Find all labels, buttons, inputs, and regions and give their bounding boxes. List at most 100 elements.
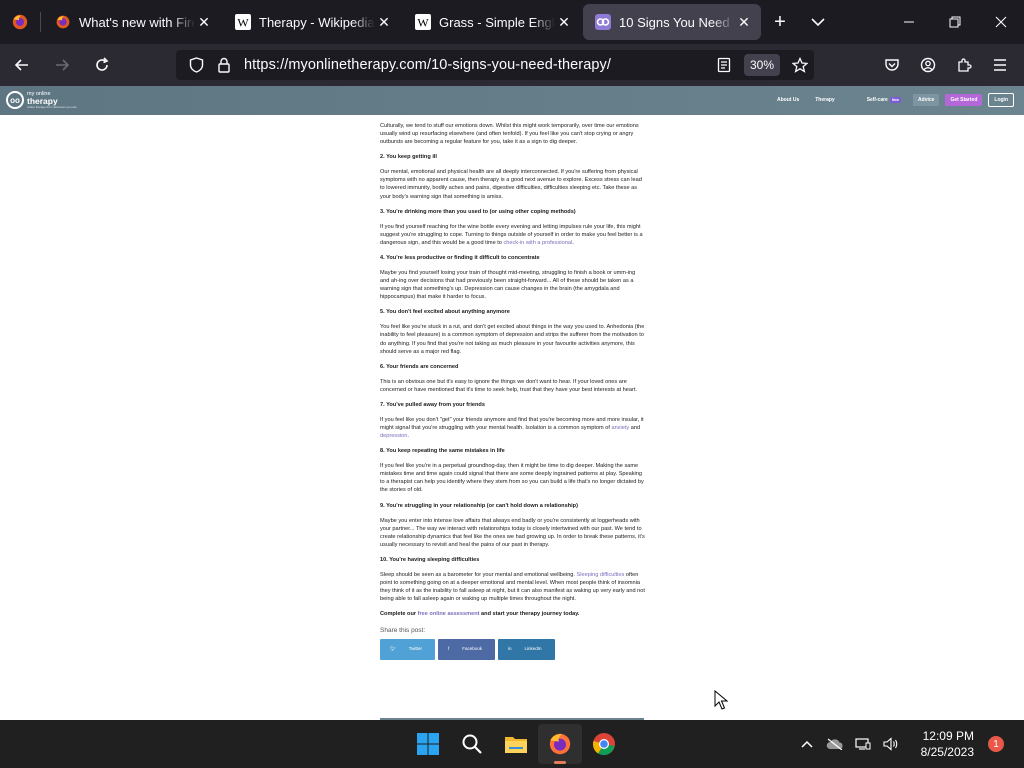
section-text: Maybe you find yourself losing your trai… — [380, 269, 636, 301]
onedrive-icon[interactable] — [821, 728, 849, 760]
mouse-cursor-icon — [714, 690, 728, 710]
file-explorer-icon[interactable] — [494, 724, 538, 764]
clock-time: 12:09 PM — [922, 729, 974, 743]
get-started-button[interactable]: Get Started — [945, 94, 983, 106]
section-text: You feel like you're stuck in a rut, and… — [380, 324, 645, 355]
close-tab-icon[interactable]: ✕ — [375, 13, 393, 31]
section-body: Maybe you enter into intense love affair… — [380, 517, 646, 549]
section-text: If you feel like you're in a perpetual g… — [380, 463, 644, 494]
share-label: Share this post: — [380, 627, 426, 635]
section-heading: 3. You're drinking more than you used to… — [380, 208, 576, 215]
back-icon[interactable] — [4, 49, 40, 81]
section-link[interactable]: anxiety — [611, 425, 629, 431]
reload-icon[interactable] — [84, 49, 120, 81]
share-linkedin-label: LinkedIn — [524, 646, 542, 652]
section-text: Maybe you enter into intense love affair… — [380, 517, 645, 548]
section-heading: 4. You're less productive or finding it … — [380, 254, 540, 261]
bookmark-star-icon[interactable] — [786, 51, 814, 79]
tab-10-signs[interactable]: 10 Signs You Need Therapy ✕ — [583, 4, 761, 40]
new-tab-icon[interactable]: + — [761, 4, 799, 40]
tracking-protection-shield-icon[interactable] — [182, 51, 210, 79]
wikipedia-icon: W — [415, 14, 431, 30]
section-link[interactable]: check-in with a professional — [503, 240, 572, 246]
tab-title: Grass - Simple English Wikipedia — [439, 14, 555, 30]
tab-whats-new[interactable]: What's new with Firefox ✕ — [43, 4, 221, 40]
search-icon[interactable] — [450, 724, 494, 764]
free-assessment-link[interactable]: free online assessment — [418, 611, 480, 617]
pocket-icon[interactable] — [874, 49, 910, 81]
wikipedia-icon: W — [235, 14, 251, 30]
taskbar-apps — [406, 720, 626, 768]
section-text: . — [407, 433, 409, 440]
url-host: https://myonlinetherapy.com — [244, 57, 427, 73]
close-tab-icon[interactable]: ✕ — [195, 13, 213, 31]
section-link[interactable]: depression — [380, 433, 407, 439]
article-intro: Culturally, we tend to stuff our emotion… — [380, 123, 639, 146]
windows-start-icon[interactable] — [406, 724, 450, 764]
close-window-icon[interactable] — [978, 0, 1024, 44]
reader-view-icon[interactable] — [710, 51, 738, 79]
section-body: Maybe you find yourself losing your trai… — [380, 269, 646, 301]
section-link[interactable]: Sleeping difficulties — [577, 572, 625, 578]
article-sections: 2. You keep getting ill Our mental, emoti… — [380, 153, 646, 603]
network-icon[interactable] — [849, 728, 877, 760]
url-path: /10-signs-you-need-therapy/ — [426, 57, 612, 73]
section-text: . — [572, 239, 574, 246]
tab-grass-wikipedia[interactable]: W Grass - Simple English Wikipedia ✕ — [403, 4, 581, 40]
section-heading: 5. You don't feel excited about anything… — [380, 309, 510, 316]
nav-self-care[interactable]: Self-care New — [851, 97, 902, 103]
extensions-icon[interactable] — [946, 49, 982, 81]
close-tab-icon[interactable]: ✕ — [735, 13, 753, 31]
article-body: Culturally, we tend to stuff our emotion… — [380, 122, 646, 660]
forward-icon[interactable] — [44, 49, 80, 81]
zoom-level-button[interactable]: 30% — [743, 54, 780, 76]
account-icon[interactable] — [910, 49, 946, 81]
toolbar-right — [874, 49, 1018, 81]
list-all-tabs-icon[interactable] — [799, 4, 837, 40]
url-text[interactable]: https://myonlinetherapy.com/10-signs-you… — [244, 57, 710, 73]
linkedin-icon: in — [508, 646, 512, 652]
nav-self-care-label: Self-care — [866, 97, 888, 103]
volume-icon[interactable] — [877, 728, 905, 760]
section-heading: 2. You keep getting ill — [380, 154, 437, 161]
section-body: If you find yourself reaching for the wi… — [380, 223, 646, 247]
clock-date: 8/25/2023 — [920, 745, 974, 759]
minimize-icon[interactable] — [886, 0, 932, 44]
firefox-view-icon[interactable] — [0, 0, 40, 44]
share-twitter-button[interactable]: 🐦︎ Twitter — [380, 639, 435, 660]
show-hidden-icons-chevron-icon[interactable] — [793, 728, 821, 760]
logo-mark-icon: oo — [6, 91, 24, 109]
clock[interactable]: 12:09 PM 8/25/2023 — [921, 728, 974, 760]
share-facebook-button[interactable]: f Facebook — [437, 639, 496, 660]
restore-icon[interactable] — [932, 0, 978, 44]
nav-therapy[interactable]: Therapy — [815, 97, 834, 103]
nav-advice[interactable]: Advice — [913, 94, 940, 106]
tab-title: Therapy - Wikipedia — [259, 14, 375, 30]
cta-text: and start your therapy journey today. — [479, 611, 580, 618]
tab-therapy-wikipedia[interactable]: W Therapy - Wikipedia ✕ — [223, 4, 401, 40]
url-bar[interactable]: https://myonlinetherapy.com/10-signs-you… — [176, 50, 814, 80]
chrome-icon[interactable] — [582, 724, 626, 764]
twitter-icon: 🐦︎ — [390, 646, 396, 652]
windows-taskbar: 12:09 PM 8/25/2023 1 — [0, 720, 1024, 768]
site-nav: About Us Therapy Self-care New Advice Get… — [761, 93, 1014, 107]
share-facebook-label: Facebook — [462, 646, 483, 652]
close-tab-icon[interactable]: ✕ — [555, 13, 573, 31]
window-controls — [886, 0, 1024, 44]
lock-icon[interactable] — [210, 51, 238, 79]
section-text: This is an obvious one but it's easy to … — [380, 378, 637, 393]
share-linkedin-button[interactable]: in LinkedIn — [498, 639, 555, 660]
section-body: This is an obvious one but it's easy to … — [380, 378, 646, 394]
section-text: and — [629, 424, 641, 431]
notification-badge[interactable]: 1 — [988, 736, 1004, 752]
site-logo[interactable]: oo my online therapy online therapy from… — [6, 91, 77, 109]
cta-text: Complete our — [380, 611, 418, 618]
site-header: oo my online therapy online therapy from… — [0, 86, 1024, 115]
firefox-taskbar-icon[interactable] — [538, 724, 582, 764]
section-heading: 6. Your friends are concerned — [380, 363, 459, 370]
nav-about-us[interactable]: About Us — [777, 97, 799, 103]
login-button[interactable]: Login — [988, 93, 1014, 107]
hamburger-menu-icon[interactable] — [982, 49, 1018, 81]
tab-title: 10 Signs You Need Therapy — [619, 14, 735, 30]
section-body: If you feel like you don't "get" your fr… — [380, 416, 646, 440]
